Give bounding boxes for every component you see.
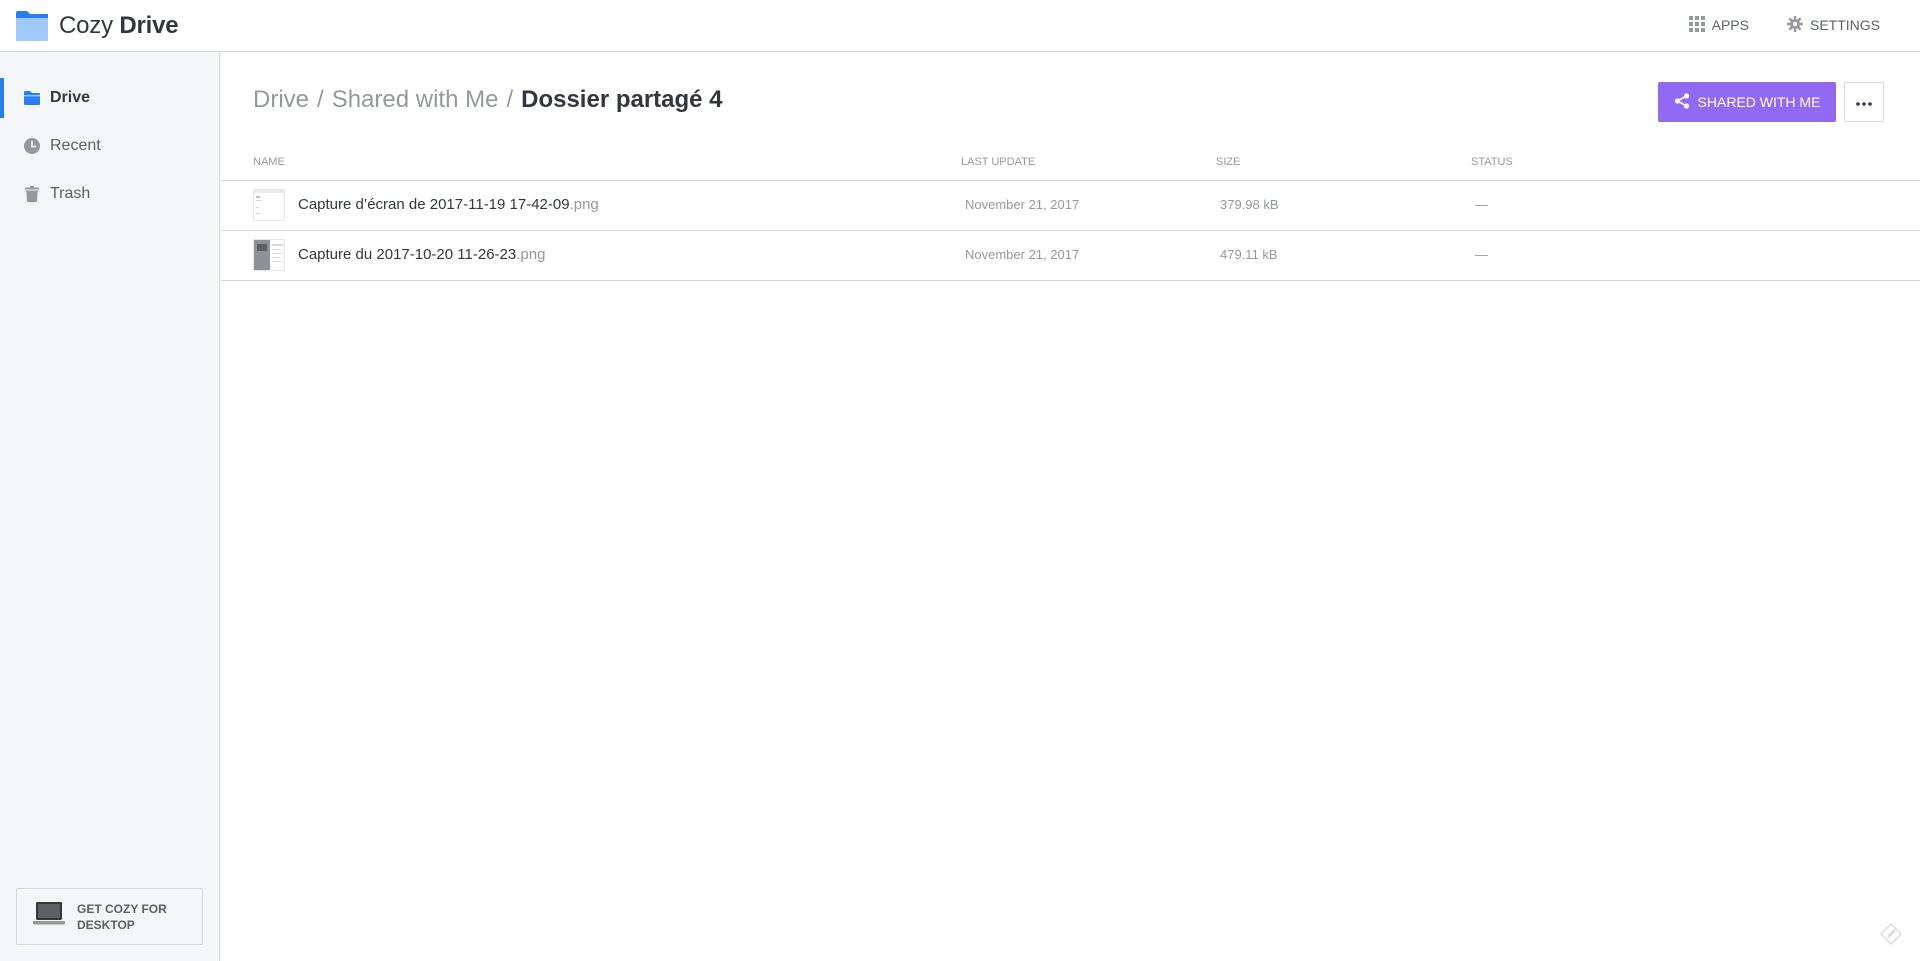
breadcrumb-shared-with-me[interactable]: Shared with Me: [332, 86, 499, 114]
sidebar-item-trash[interactable]: Trash: [0, 170, 219, 218]
clock-icon: [24, 138, 40, 154]
shared-with-me-button[interactable]: SHARED WITH ME: [1658, 82, 1836, 122]
share-icon: [1674, 92, 1690, 112]
pencil-icon[interactable]: [1879, 922, 1903, 946]
file-last-update: November 21, 2017: [965, 197, 1080, 212]
file-table: NAME LAST UPDATE SIZE STATUS Capture d’é…: [221, 148, 1920, 281]
ellipsis-icon: [1856, 93, 1872, 111]
grid-icon: [1688, 15, 1705, 35]
file-last-update: November 21, 2017: [965, 247, 1080, 262]
file-name[interactable]: Capture d’écran de 2017-11-19 17-42-09.p…: [298, 196, 599, 213]
page-title: Dossier partagé 4: [521, 86, 723, 113]
settings-label: SETTINGS: [1809, 17, 1880, 33]
table-row[interactable]: Capture du 2017-10-20 11-26-23.png Novem…: [221, 231, 1920, 281]
app-brand[interactable]: Cozy Drive: [16, 10, 179, 42]
breadcrumb-separator: /: [317, 86, 324, 113]
sidebar-item-label: Recent: [50, 137, 101, 154]
drive-folder-icon: [16, 11, 48, 41]
sidebar-item-drive[interactable]: Drive: [0, 74, 219, 122]
folder-icon: [24, 90, 40, 106]
file-thumbnail: [253, 189, 285, 221]
sidebar-item-label: Drive: [50, 89, 91, 106]
column-header-status[interactable]: STATUS: [1471, 156, 1513, 168]
main-content: Drive / Shared with Me / Dossier partagé…: [221, 52, 1920, 961]
sidebar-item-recent[interactable]: Recent: [0, 122, 219, 170]
table-header: NAME LAST UPDATE SIZE STATUS: [221, 148, 1920, 181]
sidebar-item-label: Trash: [50, 185, 91, 202]
breadcrumb: Drive / Shared with Me / Dossier partagé…: [253, 86, 723, 114]
gear-icon: [1786, 15, 1803, 35]
top-bar: Cozy Drive APPS SETTINGS: [0, 0, 1920, 52]
app-title: Cozy Drive: [59, 12, 179, 39]
file-size: 379.98 kB: [1220, 197, 1279, 212]
sidebar: Drive Recent Trash GET COZY FOR DESKTOP: [0, 52, 220, 961]
laptop-icon: [33, 902, 65, 931]
get-desktop-banner[interactable]: GET COZY FOR DESKTOP: [16, 888, 203, 945]
file-status: —: [1475, 247, 1488, 262]
breadcrumb-drive[interactable]: Drive: [253, 86, 309, 114]
trash-icon: [24, 186, 40, 202]
column-header-size[interactable]: SIZE: [1216, 156, 1240, 168]
breadcrumb-separator: /: [506, 86, 514, 113]
file-thumbnail: [253, 239, 285, 271]
column-header-name[interactable]: NAME: [253, 156, 285, 168]
file-status: —: [1475, 197, 1488, 212]
table-row[interactable]: Capture d’écran de 2017-11-19 17-42-09.p…: [221, 181, 1920, 231]
column-header-last-update[interactable]: LAST UPDATE: [961, 156, 1035, 168]
settings-button[interactable]: SETTINGS: [1786, 15, 1880, 35]
desktop-banner-label: GET COZY FOR DESKTOP: [77, 901, 167, 932]
apps-button[interactable]: APPS: [1688, 15, 1749, 35]
file-name[interactable]: Capture du 2017-10-20 11-26-23.png: [298, 246, 545, 263]
apps-label: APPS: [1711, 17, 1749, 33]
file-size: 479.11 kB: [1220, 247, 1278, 262]
shared-with-me-label: SHARED WITH ME: [1697, 94, 1821, 110]
more-options-button[interactable]: [1844, 82, 1884, 122]
